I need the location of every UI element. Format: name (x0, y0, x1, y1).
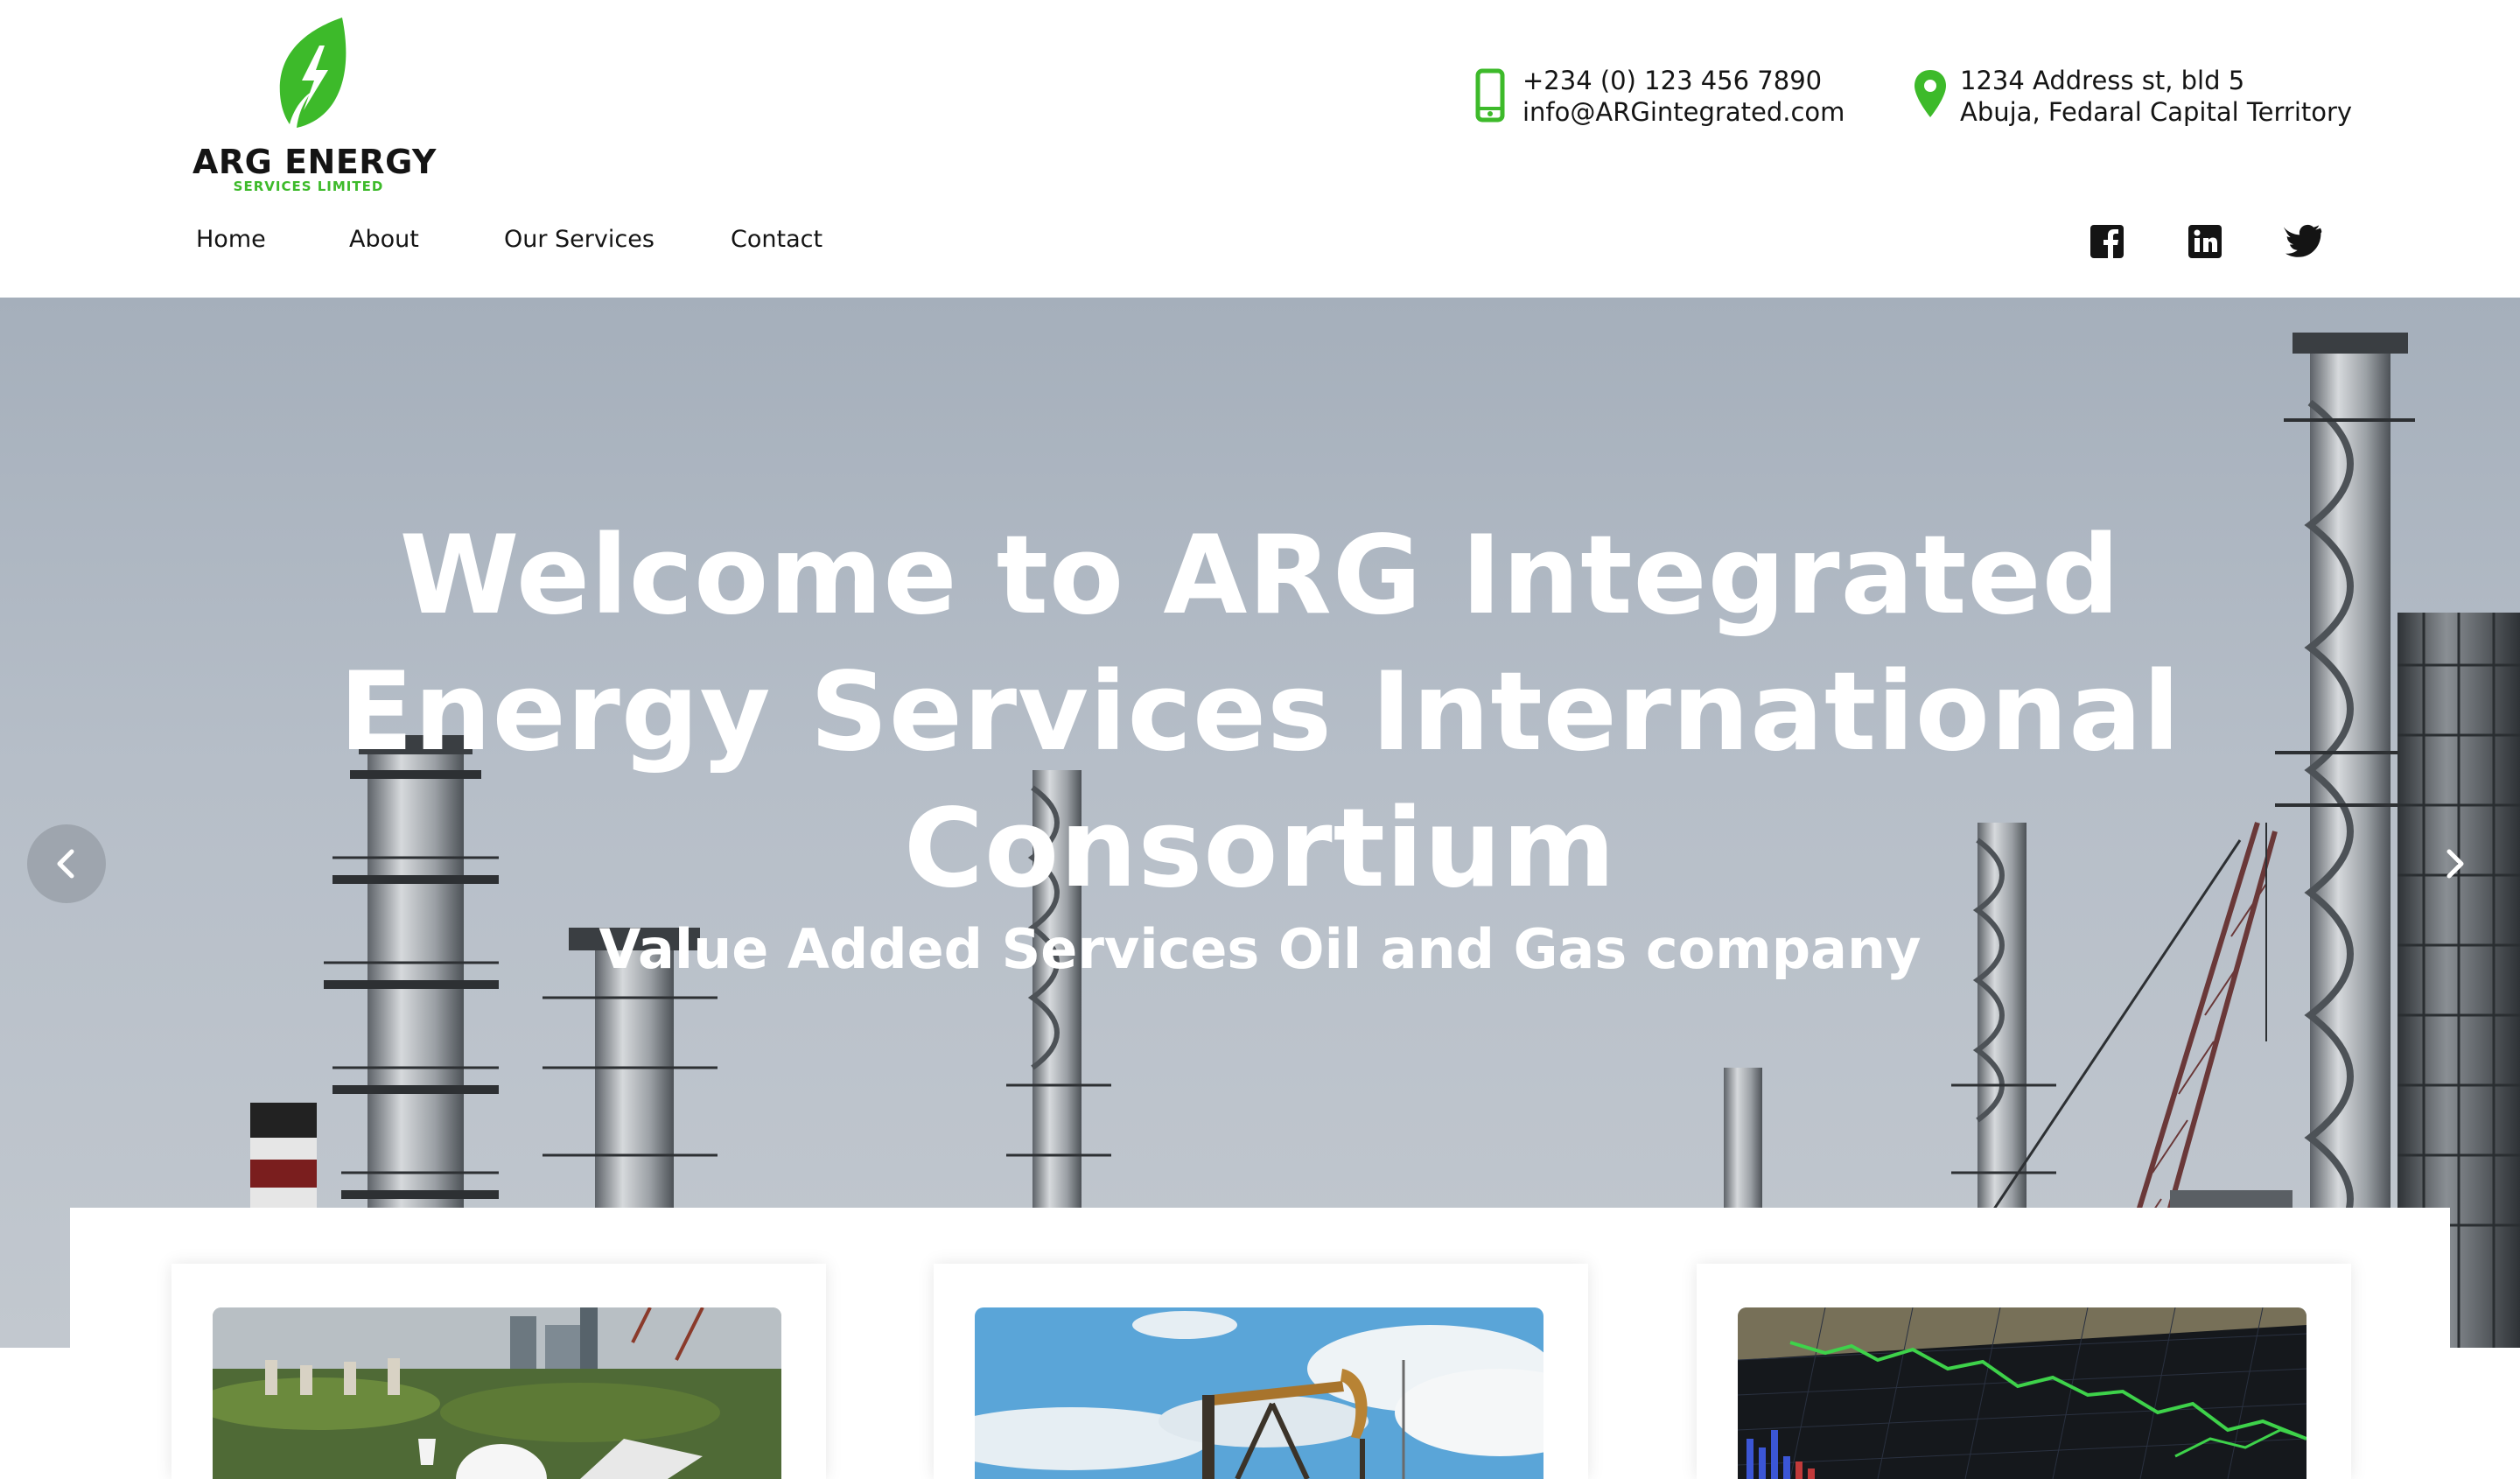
chevron-right-icon (2446, 849, 2464, 879)
nav-about[interactable]: About (349, 226, 419, 253)
service-card[interactable] (934, 1264, 1588, 1479)
map-pin-icon (1914, 70, 1946, 117)
carousel-prev-button[interactable] (27, 824, 106, 903)
service-card[interactable] (172, 1264, 826, 1479)
service-card[interactable] (1697, 1264, 2351, 1479)
nav-contact[interactable]: Contact (731, 226, 822, 253)
stock-chart-image (1738, 1307, 2306, 1479)
carousel-next-button[interactable] (2415, 824, 2494, 903)
hero-title: Welcome to ARG Integrated Energy Service… (339, 513, 2181, 912)
address-contact: 1234 Address st, bld 5 Abuja, Fedaral Ca… (1913, 65, 2368, 131)
logo-subtitle: SERVICES LIMITED (233, 179, 384, 194)
logo-title: ARG ENERGY (192, 143, 437, 181)
nav-our-services[interactable]: Our Services (504, 226, 654, 253)
linkedin-link[interactable] (2188, 224, 2222, 259)
facebook-link[interactable] (2090, 224, 2124, 259)
address-line-2: Abuja, Fedaral Capital Territory (1960, 97, 2353, 127)
hero-carousel: Welcome to ARG Integrated Energy Service… (0, 298, 2520, 1348)
address-line-1: 1234 Address st, bld 5 (1960, 66, 2245, 95)
email-address[interactable]: info@ARGintegrated.com (1522, 96, 1844, 128)
hero-subtitle: Value Added Services Oil and Gas company (598, 917, 1922, 981)
twitter-icon (2283, 224, 2322, 257)
twitter-link[interactable] (2283, 224, 2322, 259)
phone-icon (1475, 68, 1505, 123)
logo[interactable]: ARG ENERGY SERVICES LIMITED (192, 16, 437, 194)
linkedin-icon (2188, 225, 2222, 258)
leaf-lightning-icon (279, 18, 346, 128)
chevron-left-icon (57, 849, 74, 879)
facebook-icon (2090, 225, 2124, 259)
nav-home[interactable]: Home (196, 226, 266, 253)
oil-pumpjack-image (975, 1307, 1544, 1479)
construction-site-image (213, 1307, 781, 1479)
phone-contact: +234 (0) 123 456 7890 info@ARGintegrated… (1475, 65, 1852, 131)
site-header: ARG ENERGY SERVICES LIMITED +234 (0) 123… (0, 0, 2520, 298)
phone-number[interactable]: +234 (0) 123 456 7890 (1522, 65, 1822, 96)
